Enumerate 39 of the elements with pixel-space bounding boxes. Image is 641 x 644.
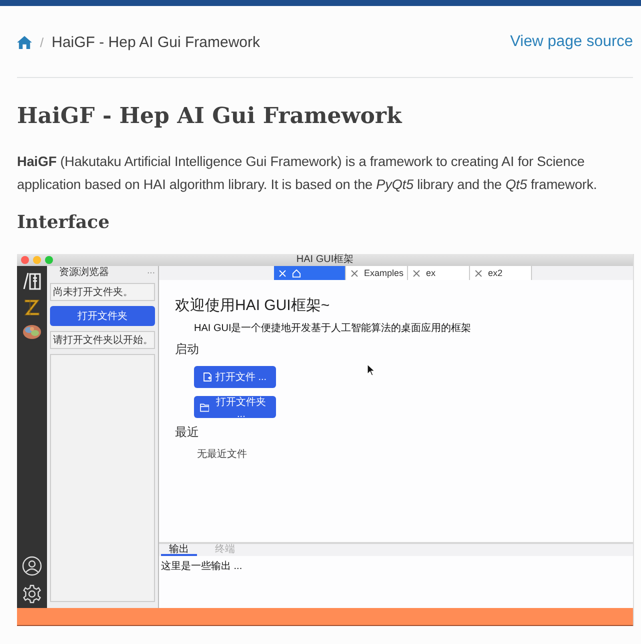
page-title: HaiGF - Hep AI Gui Framework xyxy=(17,102,404,131)
folder-status: 尚未打开文件夹。 xyxy=(50,283,155,301)
more-menu[interactable]: ··· xyxy=(147,268,155,276)
window-title: HAI GUI框架 xyxy=(296,254,354,266)
explorer-title: 资源浏览器 xyxy=(59,266,109,279)
breadcrumb-separator: / xyxy=(40,34,44,50)
letter-z-icon[interactable] xyxy=(23,298,41,316)
explorer-hint: 请打开文件夹以开始。 xyxy=(50,331,155,349)
open-folder-button[interactable]: 打开文件夹 xyxy=(50,306,155,326)
settings-icon[interactable] xyxy=(22,584,42,604)
columns-icon[interactable] xyxy=(22,272,42,290)
breadcrumb-current: HaiGF - Hep AI Gui Framework xyxy=(52,34,260,50)
recent-heading: 最近 xyxy=(175,424,200,441)
pointer-icon xyxy=(367,364,375,376)
close-icon[interactable] xyxy=(413,270,420,276)
panel-tab[interactable]: 输出 xyxy=(161,544,197,556)
editor-tab[interactable]: Examples xyxy=(346,266,408,280)
brain-icon[interactable] xyxy=(22,324,42,340)
editor-tab[interactable] xyxy=(274,266,346,280)
view-source-link[interactable]: View page source xyxy=(510,33,633,51)
section-heading: Interface xyxy=(17,211,111,235)
open-folder-button[interactable]: 打开文件夹 ... xyxy=(194,396,276,418)
output-text: 这里是一些输出 ... xyxy=(160,560,244,574)
home-icon xyxy=(292,268,301,278)
intro-paragraph: HaiGF (Hakutaku Artificial Intelligence Gui Framework) is a framework to creating AI for Science application based on HAI algorithm library. It is based on the PyQt5 library and the Qt5 framework. xyxy=(17,153,598,194)
account-icon[interactable] xyxy=(22,556,42,576)
home-icon[interactable] xyxy=(17,36,32,48)
close-icon[interactable] xyxy=(351,270,358,276)
folder-icon xyxy=(200,402,210,412)
close-window-icon[interactable] xyxy=(21,256,29,264)
file-icon xyxy=(203,372,212,382)
start-heading: 启动 xyxy=(175,341,200,358)
welcome-title: 欢迎使用HAI GUI框架~ xyxy=(175,296,331,315)
no-recent-files-text: 无最近文件 xyxy=(197,448,248,461)
welcome-subtitle: HAI GUI是一个便捷地开发基于人工智能算法的桌面应用的框架 xyxy=(194,322,472,335)
open-file-button[interactable]: 打开文件 ... xyxy=(194,366,276,388)
editor-tab[interactable]: ex2 xyxy=(470,266,532,280)
editor-tab[interactable]: ex xyxy=(408,266,470,280)
close-icon[interactable] xyxy=(475,270,482,276)
